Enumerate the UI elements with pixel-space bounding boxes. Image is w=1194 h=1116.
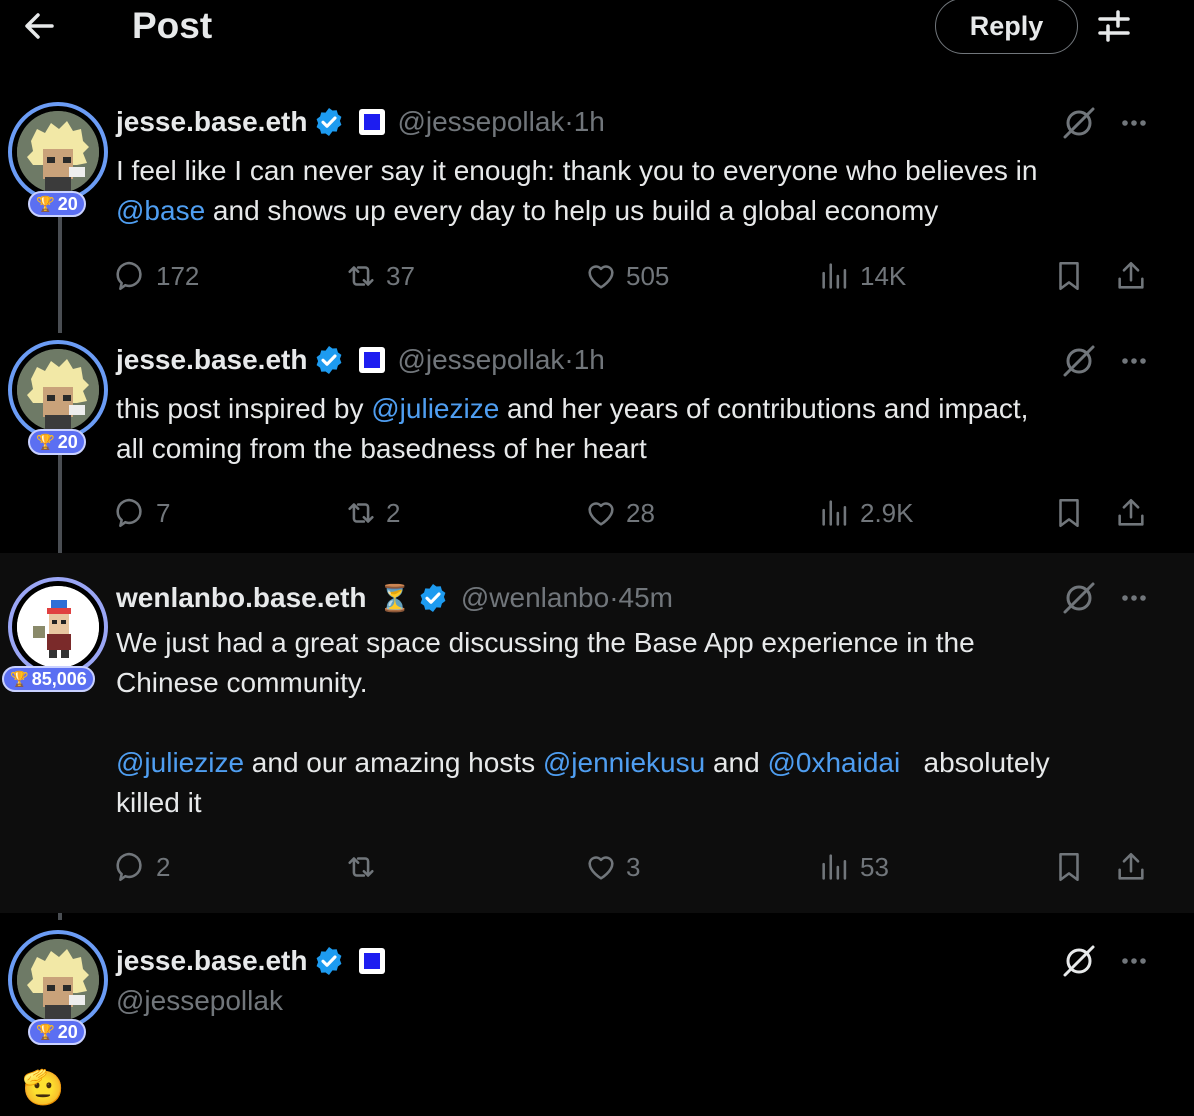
reply-button[interactable]: Reply [935, 0, 1078, 54]
mention-link[interactable]: @juliezize [116, 747, 244, 778]
reply-icon [116, 261, 142, 291]
analytics-icon [822, 854, 847, 880]
pixel-avatar-icon [17, 586, 99, 668]
repost-action[interactable]: 2 [344, 493, 400, 533]
affiliate-badge-icon [359, 347, 386, 373]
main-post[interactable]: 🏆 20 jesse.base.eth @jessepollak 🫡 [0, 928, 1194, 1116]
bookmark-icon[interactable] [1052, 493, 1086, 533]
more-options-icon[interactable] [1114, 342, 1154, 380]
mention-link[interactable]: @0xhaidai [767, 747, 900, 778]
repost-icon [348, 857, 374, 877]
post-text: I feel like I can never say it enough: t… [116, 155, 1038, 226]
avatar[interactable] [8, 340, 108, 440]
verified-badge-icon [317, 108, 342, 136]
author-row: jesse.base.eth @jessepollak · 1h [116, 106, 605, 138]
author-row: jesse.base.eth [116, 941, 397, 981]
avatar[interactable] [8, 577, 108, 677]
post[interactable]: 🏆 85,006 wenlanbo.base.eth ⏳ @wenlanbo · … [0, 553, 1194, 913]
score-badge: 🏆 85,006 [2, 666, 95, 692]
share-icon[interactable] [1114, 847, 1148, 887]
reply-action[interactable]: 2 [114, 847, 170, 887]
author-name[interactable]: jesse.base.eth [116, 106, 307, 138]
post-text: this post inspired by @juliezize and her… [116, 393, 1029, 464]
author-row: jesse.base.eth @jessepollak · 1h [116, 344, 605, 376]
post[interactable]: 🏆 20 jesse.base.eth @jessepollak · 1h thi… [0, 338, 1194, 548]
grok-icon[interactable] [1060, 342, 1098, 380]
grok-icon[interactable] [1060, 942, 1098, 980]
mention-link[interactable]: @base [116, 195, 205, 226]
author-name[interactable]: jesse.base.eth [116, 945, 307, 977]
post-text: We just had a great space discussing the… [116, 627, 1050, 818]
header: Post Reply [0, 0, 1194, 56]
author-handle[interactable]: @wenlanbo [461, 582, 609, 614]
post-time[interactable]: 1h [574, 106, 605, 138]
score-badge: 🏆 20 [28, 1019, 86, 1045]
share-icon[interactable] [1114, 256, 1148, 296]
bookmark-icon[interactable] [1052, 256, 1086, 296]
author-name[interactable]: jesse.base.eth [116, 344, 307, 376]
pixel-avatar-icon [17, 939, 99, 1021]
mention-link[interactable]: @juliezize [371, 393, 499, 424]
heart-icon [588, 502, 614, 526]
back-arrow-icon[interactable] [18, 6, 62, 46]
repost-icon [348, 266, 374, 286]
share-icon[interactable] [1114, 493, 1148, 533]
mention-link[interactable]: @jenniekusu [543, 747, 705, 778]
author-name[interactable]: wenlanbo.base.eth [116, 582, 367, 614]
pixel-avatar-icon [17, 111, 99, 193]
reply-icon [116, 498, 142, 528]
author-handle-row: @jessepollak [116, 981, 283, 1021]
repost-action[interactable]: 37 [344, 256, 415, 296]
repost-icon [348, 503, 374, 523]
score-badge: 🏆 20 [28, 191, 86, 217]
analytics-icon [822, 500, 847, 526]
heart-icon [588, 856, 614, 880]
more-options-icon[interactable] [1114, 579, 1154, 617]
verified-badge-icon [317, 346, 342, 374]
views-action[interactable]: 14K [818, 256, 906, 296]
more-options-icon[interactable] [1114, 942, 1154, 980]
analytics-icon [822, 263, 847, 289]
author-handle[interactable]: @jessepollak [116, 985, 283, 1017]
reply-action[interactable]: 172 [114, 256, 199, 296]
like-action[interactable]: 505 [584, 256, 669, 296]
bookmark-icon[interactable] [1052, 847, 1086, 887]
heart-icon [588, 265, 614, 289]
pixel-avatar-icon [17, 349, 99, 431]
author-handle[interactable]: @jessepollak [397, 106, 564, 138]
more-options-icon[interactable] [1114, 104, 1154, 142]
hourglass-icon: ⏳ [378, 582, 411, 613]
verified-badge-icon [317, 947, 342, 975]
page-title: Post [132, 5, 213, 46]
post[interactable]: 🏆 20 jesse.base.eth @jessepollak · 1h I f… [0, 100, 1194, 330]
avatar[interactable] [8, 930, 108, 1030]
like-action[interactable]: 3 [584, 847, 640, 887]
grok-icon[interactable] [1060, 579, 1098, 617]
like-action[interactable]: 28 [584, 493, 655, 533]
grok-icon[interactable] [1060, 104, 1098, 142]
views-action[interactable]: 53 [818, 847, 889, 887]
affiliate-badge-icon [359, 948, 386, 974]
reply-icon [116, 852, 142, 882]
verified-badge-icon [420, 584, 446, 612]
views-action[interactable]: 2.9K [818, 493, 914, 533]
post-time[interactable]: 1h [574, 344, 605, 376]
author-handle[interactable]: @jessepollak [397, 344, 564, 376]
saluting-face-emoji: 🫡 [22, 1069, 65, 1107]
repost-action[interactable] [344, 847, 386, 887]
settings-sliders-icon[interactable] [1094, 8, 1134, 44]
author-row: wenlanbo.base.eth ⏳ @wenlanbo · 45m [116, 582, 673, 614]
affiliate-badge-icon [359, 109, 386, 135]
reply-action[interactable]: 7 [114, 493, 170, 533]
avatar[interactable] [8, 102, 108, 202]
post-time[interactable]: 45m [619, 582, 673, 614]
score-badge: 🏆 20 [28, 429, 86, 455]
